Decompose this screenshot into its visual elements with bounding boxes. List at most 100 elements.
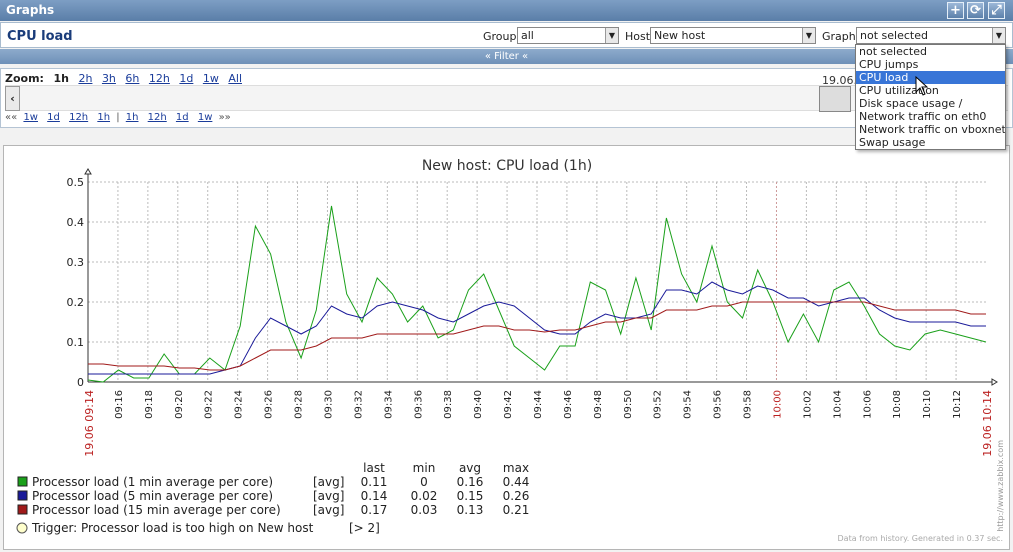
x-tick-label: 09:16 — [114, 390, 125, 419]
group-select-value: all — [521, 29, 534, 42]
add-favourite-icon[interactable]: + — [947, 2, 964, 19]
x-tick-label: 09:22 — [204, 390, 215, 419]
chart-title: New host: CPU load (1h) — [422, 158, 592, 174]
x-tick-label: 09:28 — [294, 390, 305, 419]
zoom-options: Zoom: 1h 2h 3h 6h 12h 1d 1w All — [5, 72, 245, 85]
x-tick-label: 09:46 — [563, 390, 574, 419]
legend-aggregation: [avg] — [313, 489, 344, 503]
filter-label: « Filter « — [484, 51, 529, 62]
x-tick-label: 10:02 — [802, 390, 813, 419]
x-start-label: 19.06 09:14 — [83, 390, 96, 457]
y-tick-label: 0.4 — [67, 216, 85, 229]
group-select[interactable]: all ▼ — [517, 27, 619, 44]
x-tick-label: 10:00 — [772, 390, 783, 419]
window-title: Graphs — [6, 3, 55, 17]
chevron-down-icon: ▼ — [992, 28, 1005, 43]
x-tick-label: 09:38 — [443, 390, 454, 419]
refresh-icon[interactable]: ⟳ — [967, 2, 984, 19]
legend-header: last — [363, 461, 385, 475]
y-tick-label: 0.5 — [67, 176, 85, 189]
group-label: Group — [483, 30, 517, 43]
legend-stat-value: 0.13 — [457, 503, 484, 517]
legend-aggregation: [avg] — [313, 475, 344, 489]
x-end-label: 19.06 10:14 — [981, 390, 994, 457]
zoom-option[interactable]: 12h — [149, 72, 170, 85]
legend-series-name: Processor load (15 min average per core) — [32, 503, 281, 517]
legend-stat-value: 0.02 — [411, 489, 438, 503]
graph-option[interactable]: Swap usage — [856, 136, 1005, 149]
zoom-option[interactable]: 6h — [125, 72, 139, 85]
zoom-label: Zoom: — [5, 72, 44, 85]
zabbix-credit: http://www.zabbix.com — [996, 440, 1005, 532]
zoom-option[interactable]: 1w — [203, 72, 219, 85]
nav-item[interactable]: 1w — [23, 112, 38, 123]
chevron-down-icon: ▼ — [802, 28, 815, 43]
graph-select-value: not selected — [860, 29, 928, 42]
x-tick-label: 09:44 — [533, 390, 544, 419]
host-select-value: New host — [654, 29, 706, 42]
chevron-down-icon: ▼ — [605, 28, 618, 43]
graph-option[interactable]: not selected — [856, 45, 1005, 58]
x-tick-label: 09:42 — [503, 390, 514, 419]
legend-stat-value: 0.14 — [361, 489, 388, 503]
scroll-handle[interactable] — [819, 86, 851, 112]
graph-option[interactable]: CPU jumps — [856, 58, 1005, 71]
graph-label: Graph — [822, 30, 856, 43]
legend-swatch — [17, 476, 28, 487]
x-tick-label: 10:08 — [892, 390, 903, 419]
graph-dropdown-list: not selected CPU jumps CPU load CPU utiliza… — [855, 44, 1006, 150]
graph-panel: New host: CPU load (1h) 0 0.1 0.2 0.3 0.4 0.5 0… — [3, 145, 1010, 550]
nav-item[interactable]: 1h — [126, 112, 139, 123]
zoom-option[interactable]: 1h — [53, 72, 69, 85]
nav-item[interactable]: 1w — [198, 112, 213, 123]
window-titlebar: Graphs — [0, 0, 1013, 21]
zoom-option[interactable]: 1d — [179, 72, 193, 85]
host-select[interactable]: New host ▼ — [650, 27, 816, 44]
nav-item[interactable]: 12h — [148, 112, 167, 123]
zoom-option[interactable]: 2h — [78, 72, 92, 85]
legend-stat-value: 0.16 — [457, 475, 484, 489]
nav-divider: | — [116, 112, 120, 123]
x-tick-label: 09:18 — [144, 390, 155, 419]
y-axis-arrow-icon — [84, 168, 92, 175]
y-tick-label: 0.1 — [67, 336, 85, 349]
legend-aggregation: [avg] — [313, 503, 344, 517]
nav-item[interactable]: 1h — [97, 112, 110, 123]
graph-option[interactable]: Disk space usage / — [856, 97, 1005, 110]
trigger-icon — [16, 522, 28, 534]
graph-select[interactable]: not selected ▼ — [856, 27, 1006, 44]
generation-note: Data from history. Generated in 0.37 sec… — [837, 534, 1003, 543]
graph-option[interactable]: Network traffic on vboxnet0 — [856, 123, 1005, 136]
page-title: CPU load — [7, 29, 73, 44]
legend-swatch — [17, 490, 28, 501]
x-tick-label: 09:34 — [383, 390, 394, 419]
trigger-threshold: [> 2] — [349, 521, 380, 535]
nav-item[interactable]: «« — [5, 112, 17, 123]
fullscreen-icon[interactable]: ⤢ — [988, 2, 1005, 19]
legend-stat-value: 0.44 — [503, 475, 530, 489]
nav-item[interactable]: 12h — [69, 112, 88, 123]
legend-stat-value: 0.15 — [457, 489, 484, 503]
host-label: Host — [625, 30, 651, 43]
graph-option[interactable]: CPU load — [856, 71, 1005, 84]
x-tick-label: 09:20 — [174, 390, 185, 419]
zoom-option[interactable]: All — [228, 72, 242, 85]
zoom-option[interactable]: 3h — [102, 72, 116, 85]
x-tick-label: 09:56 — [713, 390, 724, 419]
legend-series-name: Processor load (1 min average per core) — [32, 475, 273, 489]
x-tick-label: 10:04 — [832, 390, 843, 419]
legend-header: avg — [459, 461, 481, 475]
legend-stat-value: 0.03 — [411, 503, 438, 517]
x-tick-label: 09:26 — [264, 390, 275, 419]
nav-item[interactable]: 1d — [47, 112, 60, 123]
nav-item[interactable]: 1d — [176, 112, 189, 123]
x-tick-label: 09:48 — [593, 390, 604, 419]
nav-item[interactable]: »» — [219, 112, 231, 123]
x-tick-label: 09:58 — [743, 390, 754, 419]
x-tick-label: 10:10 — [922, 390, 933, 419]
legend-stat-value: 0.26 — [503, 489, 530, 503]
graph-option[interactable]: CPU utilization — [856, 84, 1005, 97]
graph-option[interactable]: Network traffic on eth0 — [856, 110, 1005, 123]
period-navigation: «« 1w 1d 12h 1h | 1h 12h 1d 1w »» — [5, 112, 231, 123]
chevron-left-icon[interactable]: ‹ — [5, 86, 20, 111]
